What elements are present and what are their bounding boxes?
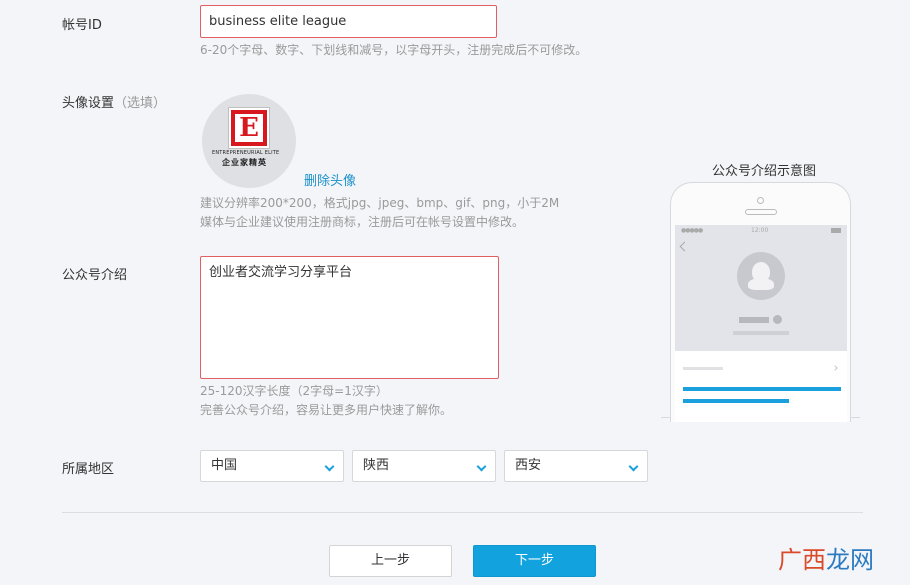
avatar-label: 头像设置（选填） (62, 92, 166, 111)
watermark: 广西龙网 (778, 540, 874, 575)
phone-base-line (661, 417, 670, 418)
logo-mark: E (228, 107, 270, 149)
avatar-label-text: 头像设置 (62, 96, 115, 111)
intro-textarea[interactable]: 创业者交流学习分享平台 (200, 256, 499, 379)
phone-camera-icon (757, 197, 764, 204)
phone-status-bar: ●●●●● 12:00 (675, 225, 847, 237)
city-select[interactable]: 西安 (504, 450, 648, 482)
status-time: 12:00 (751, 227, 769, 234)
account-id-label: 帐号ID (62, 18, 102, 33)
logo-text-chinese: 企业家精英 (222, 158, 267, 167)
avatar-body-shape (748, 278, 774, 290)
preview-title: 公众号介绍示意图 (712, 164, 817, 179)
intro-hint-tip: 完善公众号介绍，容易让更多用户快速了解你。 (200, 403, 453, 417)
watermark-part2: 龙网 (826, 546, 874, 574)
back-chevron-icon (679, 241, 690, 252)
province-select[interactable]: 陕西 (352, 450, 496, 482)
intro-hint-length: 25-120汉字长度（2字母=1汉字） (200, 384, 388, 398)
chevron-down-icon (324, 461, 335, 472)
country-value: 中国 (211, 458, 238, 473)
country-select[interactable]: 中国 (200, 450, 344, 482)
avatar-optional-tag: （选填） (114, 96, 167, 111)
intro-label: 公众号介绍 (62, 268, 128, 283)
avatar-hint-format: 建议分辨率200*200，格式jpg、jpeg、bmp、gif、png，小于2M (200, 196, 560, 210)
province-value: 陕西 (363, 458, 390, 473)
preview-intro-card (675, 351, 847, 422)
chevron-down-icon (476, 461, 487, 472)
phone-speaker-icon (745, 209, 777, 215)
chevron-right-icon (832, 365, 838, 371)
phone-preview: ●●●●● 12:00 (670, 182, 851, 422)
logo-letter: E (235, 114, 263, 142)
preview-card-title-placeholder (683, 367, 723, 370)
preview-intro-line (683, 387, 841, 391)
account-id-hint: 6-20个字母、数字、下划线和减号，以字母开头，注册完成后不可修改。 (200, 43, 588, 57)
chevron-down-icon (628, 461, 639, 472)
region-label: 所属地区 (62, 462, 115, 477)
preview-avatar-icon (737, 252, 785, 300)
preview-name-placeholder (739, 317, 769, 323)
battery-icon (831, 228, 841, 233)
city-value: 西安 (515, 458, 542, 473)
verified-badge-icon (773, 315, 782, 324)
phone-base-line (851, 417, 860, 418)
signal-icon: ●●●●● (681, 227, 703, 234)
preview-intro-line (683, 399, 789, 403)
logo-text-english: ENTREPRENEURIAL ELITE (212, 150, 280, 156)
avatar-hint-trademark: 媒体与企业建议使用注册商标，注册后可在帐号设置中修改。 (200, 215, 525, 229)
watermark-part1: 广西 (778, 546, 826, 574)
section-divider (62, 512, 863, 513)
phone-screen: ●●●●● 12:00 (675, 225, 847, 422)
delete-avatar-link[interactable]: 删除头像 (304, 170, 356, 189)
avatar-image[interactable]: E ENTREPRENEURIAL ELITE 企业家精英 (202, 94, 296, 188)
account-id-input[interactable]: business elite league (200, 5, 497, 38)
next-step-button[interactable]: 下一步 (473, 545, 596, 577)
prev-step-button[interactable]: 上一步 (329, 545, 452, 577)
preview-sub-placeholder (733, 331, 789, 335)
